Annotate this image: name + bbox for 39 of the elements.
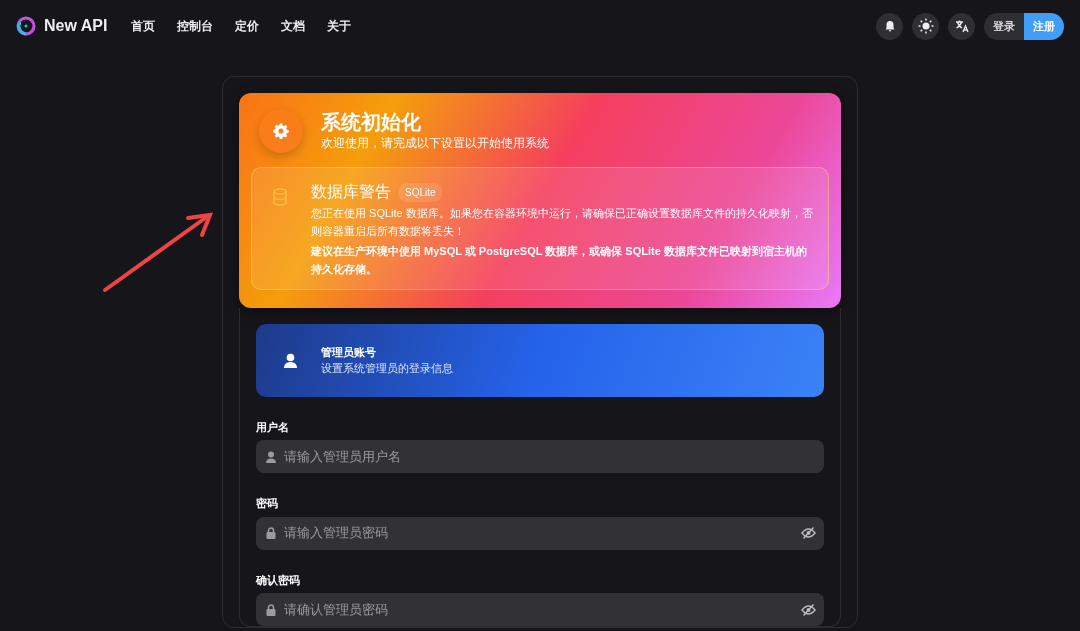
eye-slash-icon[interactable] (801, 527, 816, 540)
brand-name: New API (44, 16, 108, 36)
logo-icon (16, 16, 36, 36)
notification-button[interactable] (876, 12, 903, 40)
nav-link[interactable]: 首页 (131, 17, 156, 35)
settings-icon (273, 123, 289, 139)
field-label: 用户名 (256, 419, 290, 435)
warning-title: 数据库警告 (311, 182, 391, 202)
section-title: 管理员账号 (321, 344, 377, 360)
language-button[interactable] (948, 12, 975, 40)
page-title: 系统初始化 (321, 110, 422, 134)
sun-icon (917, 18, 934, 34)
field-label: 确认密码 (256, 572, 301, 588)
text-input[interactable]: 请输入管理员用户名 (284, 446, 816, 467)
page-subtitle: 欢迎使用，请完成以下设置以开始使用系统 (321, 135, 549, 152)
translate-icon (954, 19, 969, 33)
input-field[interactable]: 请输入管理员密码 (256, 516, 824, 550)
warning-message: 您正在使用 SQLite 数据库。如果您在容器环境中运行，请确保已正确设置数据库文件的持久化映射，否则容器重启后所有数据将丢失！ (311, 206, 814, 240)
bell-icon (883, 20, 896, 32)
lock-icon (266, 527, 276, 540)
field-label: 密码 (256, 496, 279, 512)
section-subtitle: 设置系统管理员的登录信息 (321, 361, 453, 377)
nav-link[interactable]: 文档 (281, 17, 306, 35)
input-field[interactable]: 请输入管理员用户名 (256, 440, 824, 474)
nav-link[interactable]: 关于 (327, 17, 352, 35)
input-field[interactable]: 请确认管理员密码 (256, 593, 824, 627)
user-icon (284, 352, 297, 368)
text-input[interactable]: 请确认管理员密码 (284, 599, 793, 620)
warning-advice: 建议在生产环境中使用 MySQL 或 PostgreSQL 数据库，或确保 SQLite 数据库文件已映射到宿主机的持久化存储。 (311, 244, 808, 278)
database-tag: SQLite (399, 182, 442, 202)
eye-slash-icon[interactable] (801, 603, 816, 616)
database-icon (272, 188, 288, 206)
text-input[interactable]: 请输入管理员密码 (284, 523, 793, 543)
nav-link[interactable]: 定价 (235, 17, 260, 35)
lock-icon (266, 603, 276, 616)
login-button[interactable]: 登录 (984, 12, 1024, 40)
user-icon (266, 450, 276, 463)
nav-link[interactable]: 控制台 (177, 17, 214, 35)
theme-toggle-button[interactable] (912, 12, 939, 40)
